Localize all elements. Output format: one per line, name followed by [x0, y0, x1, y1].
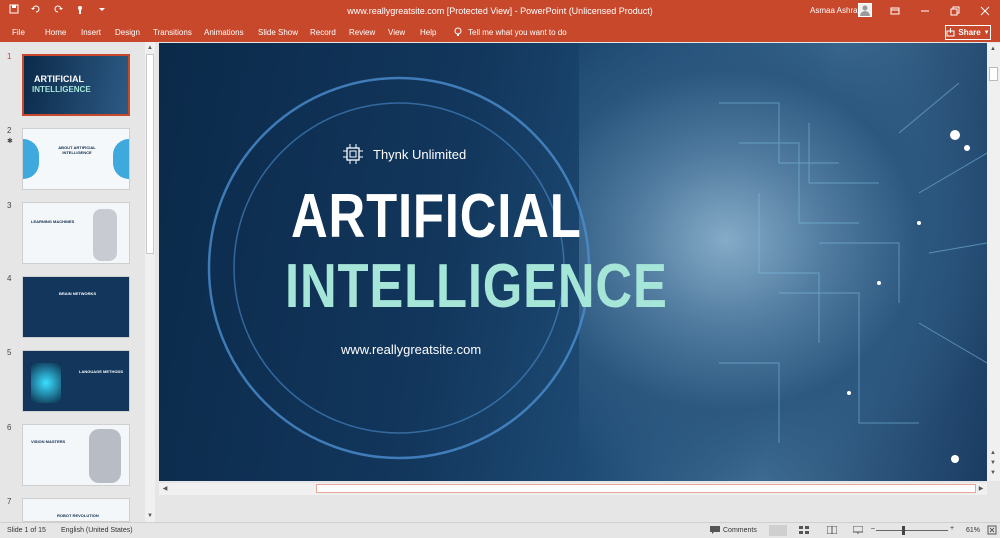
scroll-up-icon[interactable]: ▲ — [146, 44, 154, 52]
slide-url: www.reallygreatsite.com — [341, 342, 482, 357]
tab-animations[interactable]: Animations — [204, 28, 244, 37]
fit-to-window-icon[interactable] — [987, 525, 997, 537]
scrollbar-thumb[interactable] — [989, 67, 998, 81]
scrollbar-thumb[interactable] — [316, 484, 976, 493]
thumb3-robot-image — [93, 209, 117, 261]
thumb-number-1: 1 — [7, 52, 12, 61]
slide-vertical-scrollbar[interactable]: ▲ ▲ ▼ ▼ — [987, 43, 1000, 481]
close-icon[interactable] — [970, 0, 1000, 22]
thumb1-title1: ARTIFICIAL — [34, 74, 84, 84]
slide-thumbnail-3[interactable]: LEARNING MACHINES — [22, 202, 130, 264]
thumb5-title: LANGUAGE METHODS — [79, 369, 123, 374]
brand-logo: Thynk Unlimited — [343, 144, 466, 164]
thumb2-decor-right — [113, 139, 129, 179]
thumb-number-5: 5 — [7, 348, 12, 357]
thumb6-robot-image — [89, 429, 121, 483]
slide-counter: Slide 1 of 15 — [7, 527, 46, 534]
scroll-down-icon[interactable]: ▼ — [989, 459, 997, 467]
scroll-left-icon[interactable]: ◀ — [161, 485, 169, 493]
slide-thumbnail-7[interactable]: ROBOT REVOLUTION — [22, 498, 130, 522]
normal-view-icon[interactable] — [769, 525, 787, 536]
scroll-up-icon[interactable]: ▲ — [989, 45, 997, 53]
scrollbar-thumb[interactable] — [146, 54, 154, 254]
tab-insert[interactable]: Insert — [81, 28, 101, 37]
zoom-in-icon[interactable]: + — [950, 525, 954, 532]
slide-title-line2: INTELLIGENCE — [285, 252, 668, 321]
zoom-slider[interactable] — [876, 530, 948, 531]
previous-slide-icon[interactable]: ▲ — [989, 449, 997, 457]
zoom-level[interactable]: 61% — [966, 527, 980, 534]
slide-sorter-icon[interactable] — [799, 526, 809, 536]
ribbon-display-options-icon[interactable] — [880, 0, 910, 22]
comment-icon — [710, 526, 720, 534]
zoom-slider-handle[interactable] — [902, 526, 905, 535]
slide-thumbnail-2[interactable]: ABOUT ARTIFICIAL INTELLIGENCE — [22, 128, 130, 190]
thumbnail-scrollbar[interactable]: ▲ ▼ — [145, 42, 155, 522]
thumb1-title2: INTELLIGENCE — [32, 85, 91, 94]
tab-view[interactable]: View — [388, 28, 405, 37]
status-bar: Slide 1 of 15 English (United States) Co… — [0, 522, 1000, 538]
window-controls — [880, 0, 1000, 22]
slide-thumbnail-4[interactable]: BRAIN NETWORKS — [22, 276, 130, 338]
thumb-number-6: 6 — [7, 423, 12, 432]
slide-thumbnail-6[interactable]: VISION MASTERS — [22, 424, 130, 486]
tell-me-search[interactable]: Tell me what you want to do — [454, 27, 567, 37]
thumb-number-4: 4 — [7, 274, 12, 283]
title-bar: www.reallygreatsite.com [Protected View]… — [0, 0, 1000, 22]
minimize-icon[interactable] — [910, 0, 940, 22]
avatar[interactable] — [858, 3, 872, 17]
thumb7-title: ROBOT REVOLUTION — [57, 513, 99, 518]
slide-canvas[interactable]: Thynk Unlimited ARTIFICIAL INTELLIGENCE … — [159, 43, 987, 481]
slide-thumbnail-5[interactable]: LANGUAGE METHODS — [22, 350, 130, 412]
thumb6-title: VISION MASTERS — [31, 439, 66, 444]
thumb-number-7: 7 — [7, 497, 12, 506]
ribbon-tabs: File Home Insert Design Transitions Anim… — [0, 22, 1000, 42]
thumb-number-2: 2 — [7, 126, 12, 135]
chevron-down-icon: ▼ — [983, 29, 990, 36]
tab-home[interactable]: Home — [45, 28, 66, 37]
slide-thumbnail-1[interactable]: ARTIFICIAL INTELLIGENCE — [22, 54, 130, 116]
share-icon — [946, 28, 955, 37]
tab-transitions[interactable]: Transitions — [153, 28, 192, 37]
scroll-down-icon[interactable]: ▼ — [146, 512, 154, 520]
thumb4-title: BRAIN NETWORKS — [59, 291, 97, 296]
thumb3-title: LEARNING MACHINES — [31, 219, 75, 224]
thumb-number-3: 3 — [7, 201, 12, 210]
thumb2-title: ABOUT ARTIFICIAL INTELLIGENCE — [58, 145, 96, 155]
slide-title-line1: ARTIFICIAL — [291, 182, 582, 251]
tell-me-text: Tell me what you want to do — [468, 27, 567, 37]
restore-icon[interactable] — [940, 0, 970, 22]
tab-slide-show[interactable]: Slide Show — [258, 28, 298, 37]
next-slide-icon[interactable]: ▼ — [989, 469, 997, 477]
slide-thumbnail-pane: 1 ARTIFICIAL INTELLIGENCE 2 ✱ ABOUT ARTI… — [0, 42, 158, 522]
comments-button[interactable]: Comments — [710, 526, 757, 534]
thumb2-decor-left — [23, 139, 39, 179]
tab-file[interactable]: File — [12, 28, 25, 37]
tab-help[interactable]: Help — [420, 28, 436, 37]
slide-show-icon[interactable] — [852, 525, 864, 536]
comments-label: Comments — [723, 526, 757, 534]
animation-star-icon: ✱ — [7, 138, 13, 145]
zoom-out-icon[interactable]: – — [871, 525, 875, 532]
chip-icon — [343, 144, 363, 164]
share-label: Share — [958, 28, 981, 37]
tab-review[interactable]: Review — [349, 28, 375, 37]
scroll-right-icon[interactable]: ▶ — [977, 485, 985, 493]
user-name[interactable]: Asmaa Ashraf — [810, 6, 860, 15]
tab-record[interactable]: Record — [310, 28, 336, 37]
brand-name: Thynk Unlimited — [373, 146, 467, 162]
share-button[interactable]: Share ▼ — [945, 25, 991, 40]
thumb5-head-image — [31, 363, 61, 403]
reading-view-icon[interactable] — [826, 525, 838, 536]
language-indicator[interactable]: English (United States) — [61, 527, 133, 534]
slide-horizontal-scrollbar[interactable]: ◀ ▶ — [159, 483, 987, 495]
lightbulb-icon — [454, 27, 462, 36]
tab-design[interactable]: Design — [115, 28, 140, 37]
